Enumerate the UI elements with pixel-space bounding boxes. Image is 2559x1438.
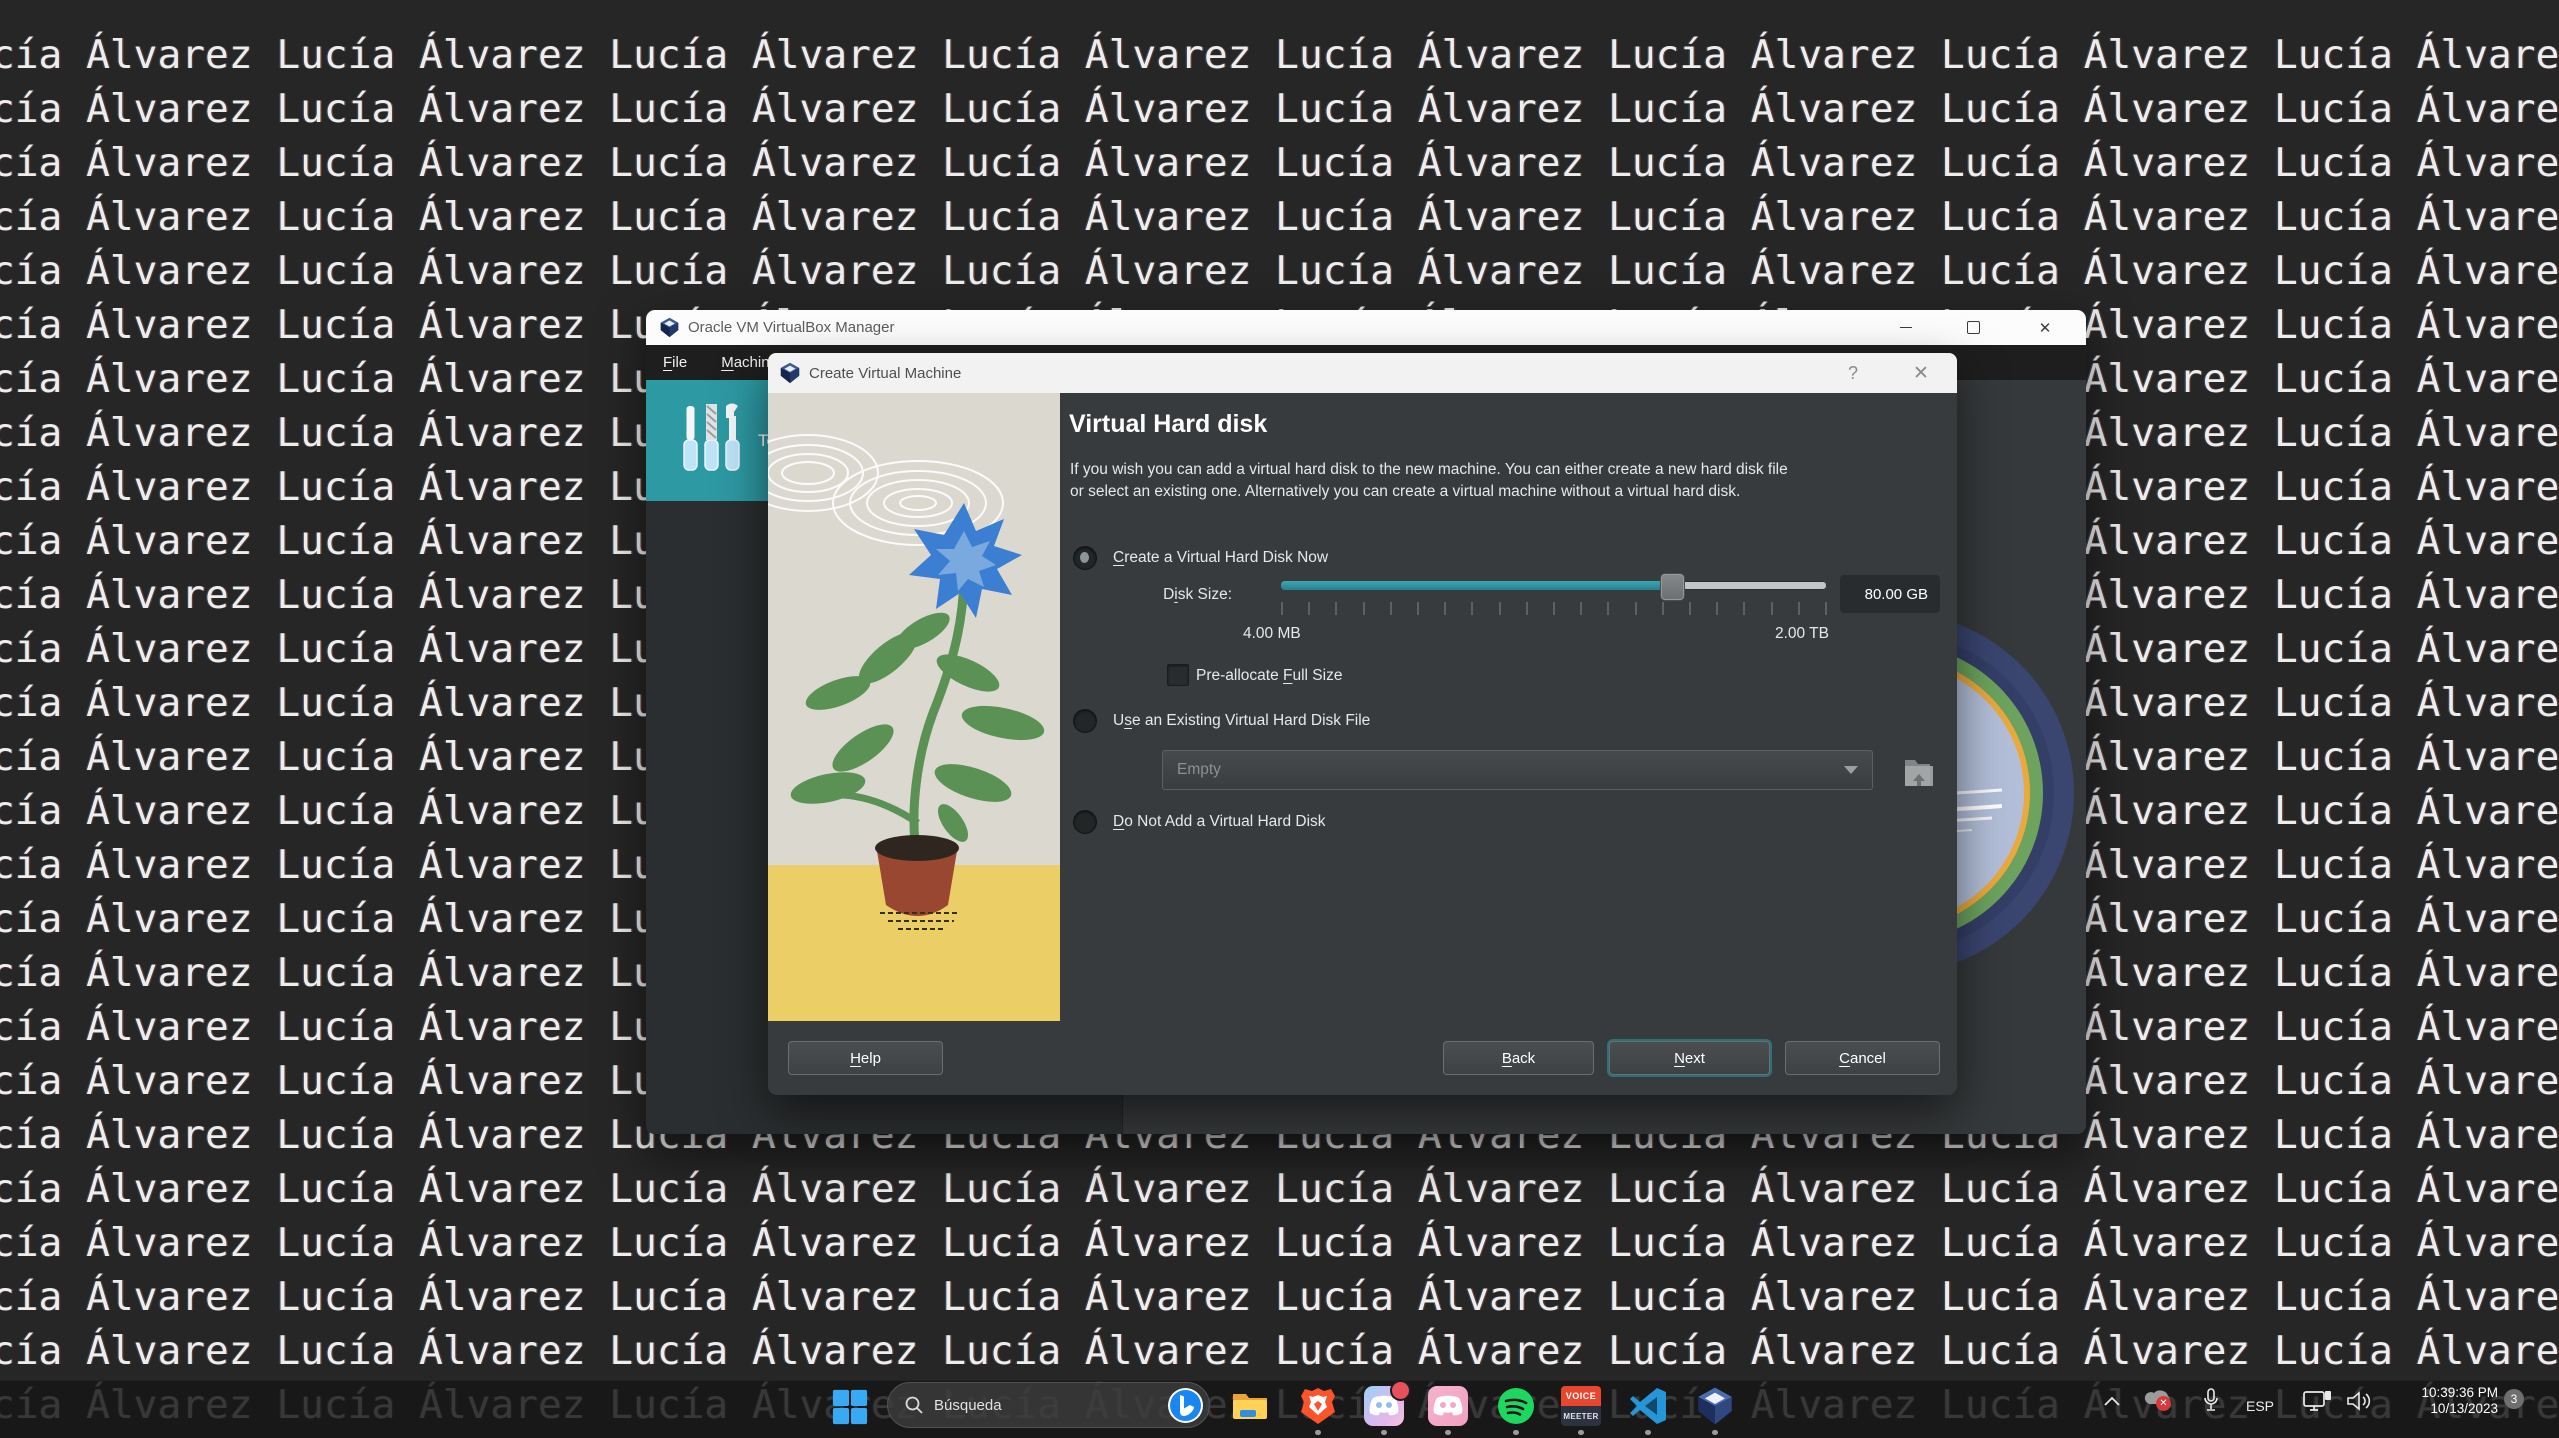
choose-disk-file-button[interactable]	[1898, 752, 1940, 792]
radio-existing-disk[interactable]	[1073, 709, 1097, 733]
chevron-down-icon	[1844, 766, 1858, 774]
running-indicator	[1381, 1430, 1387, 1435]
create-vm-dialog: Create Virtual Machine ? ✕	[768, 353, 1957, 1095]
disk-size-slider[interactable]	[1281, 580, 1827, 592]
slider-fill	[1281, 581, 1671, 590]
clock[interactable]: 10:39:36 PM 10/13/2023	[2378, 1385, 2498, 1417]
microphone-icon[interactable]	[2202, 1387, 2220, 1413]
description-line2: or select an existing one. Alternatively…	[1070, 483, 1740, 501]
discord-icon[interactable]	[1364, 1386, 1404, 1426]
clock-time: 10:39:36 PM	[2378, 1385, 2498, 1401]
voicemeeter-bottom-label: MEETER	[1561, 1406, 1601, 1426]
disk-slider-handle[interactable]	[1660, 573, 1685, 601]
flower-illustration	[768, 393, 1060, 1021]
disk-size-value[interactable]: 80.00 GB	[1840, 575, 1940, 613]
back-button[interactable]: Back	[1443, 1041, 1594, 1075]
network-display-icon[interactable]	[2302, 1390, 2332, 1412]
close-button[interactable]: ✕	[2022, 310, 2068, 345]
disk-size-label: Disk Size:	[1132, 586, 1232, 604]
running-indicator	[1712, 1430, 1718, 1435]
dialog-titlebar[interactable]: Create Virtual Machine ? ✕	[768, 353, 1957, 393]
desktop: cía Álvarez Lucía Álvarez Lucía Álvarez …	[0, 0, 2559, 1438]
discord-notification-badge	[1390, 1380, 1411, 1401]
manager-titlebar[interactable]: Oracle VM VirtualBox Manager ✕	[646, 310, 2086, 345]
slider-ticks	[1281, 602, 1827, 616]
dialog-help-button[interactable]: ?	[1831, 353, 1875, 393]
virtualbox-cube-icon	[659, 317, 680, 338]
clock-date: 10/13/2023	[2378, 1401, 2498, 1417]
start-icon[interactable]	[831, 1388, 869, 1426]
radio-create-disk-label: Create a Virtual Hard Disk Now	[1113, 549, 1328, 567]
discord-pink-icon[interactable]	[1428, 1386, 1468, 1426]
radio-create-disk[interactable]	[1073, 546, 1097, 570]
description-line1: If you wish you can add a virtual hard d…	[1070, 461, 1788, 479]
dialog-title: Create Virtual Machine	[809, 365, 961, 382]
radio-no-disk[interactable]	[1073, 810, 1097, 834]
combobox-value: Empty	[1177, 761, 1844, 779]
existing-disk-combobox[interactable]: Empty	[1162, 750, 1873, 790]
language-indicator[interactable]: ESP	[2246, 1398, 2274, 1414]
brave-icon[interactable]	[1298, 1386, 1338, 1426]
preallocate-label: Pre-allocate Full Size	[1196, 667, 1342, 685]
disk-size-min: 4.00 MB	[1243, 625, 1301, 643]
search-placeholder: Búsqueda	[934, 1397, 1167, 1414]
minimize-button[interactable]	[1883, 310, 1929, 345]
volume-icon[interactable]	[2346, 1390, 2374, 1412]
manager-window-title: Oracle VM VirtualBox Manager	[688, 319, 894, 336]
onedrive-error-icon[interactable]: ✕	[2144, 1388, 2176, 1414]
voicemeeter-top-label: VOICE	[1561, 1386, 1601, 1406]
notification-count-badge[interactable]: 3	[2504, 1389, 2524, 1409]
virtualbox-cube-icon	[779, 362, 801, 384]
virtualbox-icon[interactable]	[1695, 1386, 1735, 1426]
next-button[interactable]: Next	[1609, 1041, 1770, 1075]
running-indicator	[1445, 1430, 1451, 1435]
maximize-button[interactable]	[1950, 310, 1996, 345]
voicemeeter-icon[interactable]: VOICE MEETER	[1561, 1386, 1601, 1426]
search-box[interactable]: Búsqueda	[887, 1382, 1210, 1428]
running-indicator	[1315, 1430, 1321, 1435]
bing-icon[interactable]	[1167, 1387, 1204, 1424]
running-indicator	[1513, 1430, 1519, 1435]
disk-size-max: 2.00 TB	[1743, 625, 1829, 643]
page-heading: Virtual Hard disk	[1069, 410, 1267, 439]
radio-existing-disk-label: Use an Existing Virtual Hard Disk File	[1113, 712, 1370, 730]
vscode-icon[interactable]	[1628, 1386, 1668, 1426]
search-icon	[904, 1395, 924, 1415]
running-indicator	[1645, 1430, 1651, 1435]
file-explorer-icon[interactable]	[1230, 1386, 1270, 1426]
tray-chevron-up-icon[interactable]	[2102, 1394, 2122, 1408]
spotify-icon[interactable]	[1496, 1386, 1536, 1426]
running-indicator	[1578, 1430, 1584, 1435]
help-button[interactable]: Help	[788, 1041, 943, 1075]
cancel-button[interactable]: Cancel	[1785, 1041, 1940, 1075]
preallocate-checkbox[interactable]	[1167, 664, 1189, 686]
menu-file[interactable]: File	[646, 345, 704, 380]
dialog-close-button[interactable]: ✕	[1899, 353, 1943, 393]
folder-icon	[1902, 754, 1936, 790]
radio-no-disk-label: Do Not Add a Virtual Hard Disk	[1113, 813, 1326, 831]
tools-icon	[676, 400, 746, 481]
